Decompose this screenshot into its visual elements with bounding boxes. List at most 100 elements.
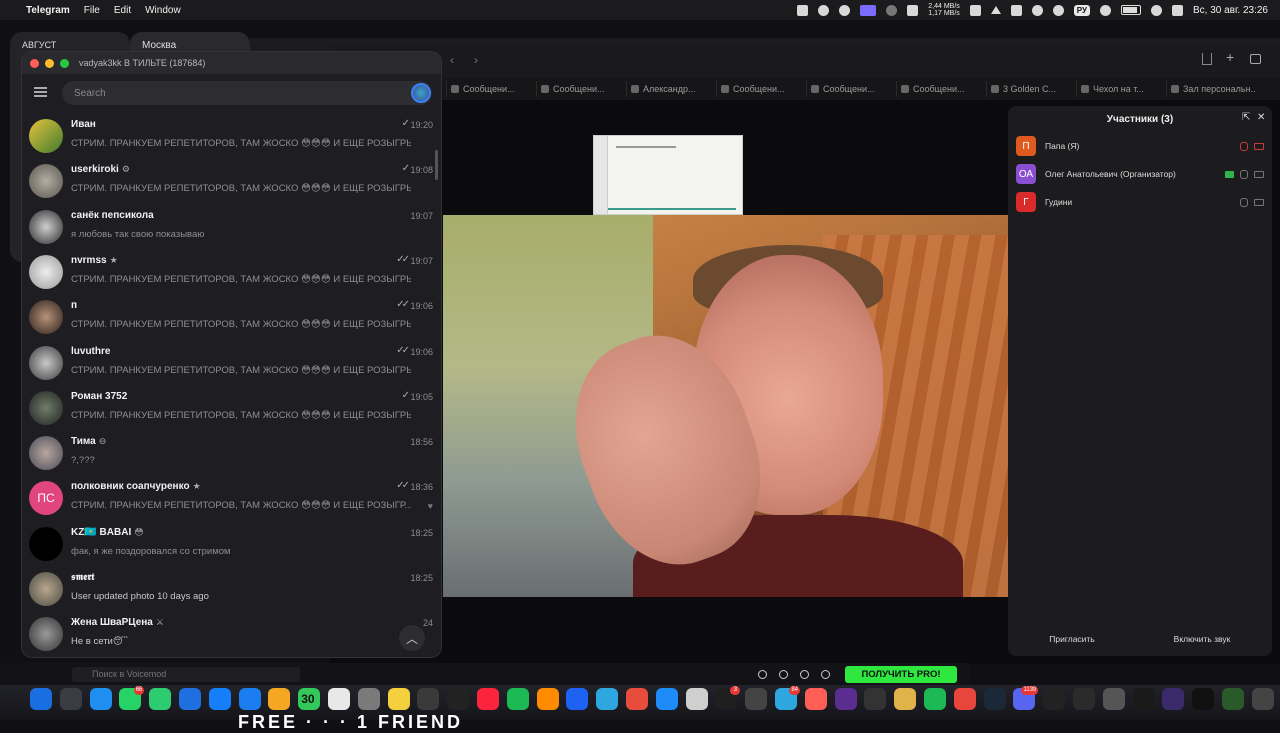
dock-app-icon[interactable]	[1132, 688, 1155, 710]
back-arrow-icon[interactable]: ‹	[450, 53, 454, 67]
dock-app-icon[interactable]	[357, 688, 380, 710]
dock-app-icon[interactable]	[1102, 688, 1125, 710]
chat-list-item[interactable]: Тима ⊖ 18:56?,???	[22, 431, 441, 476]
share-icon[interactable]	[1202, 53, 1212, 65]
keyboard-layout[interactable]: РУ	[1073, 4, 1090, 16]
menu-edit[interactable]: Edit	[114, 5, 131, 16]
close-icon[interactable]: ✕	[1257, 113, 1267, 123]
dock-app-icon[interactable]	[268, 688, 291, 710]
camera-icon[interactable]	[1254, 142, 1264, 150]
forward-arrow-icon[interactable]: ›	[474, 53, 478, 67]
wifi-icon[interactable]	[1099, 4, 1111, 16]
browser-tab[interactable]: Зал персональн...	[1166, 81, 1256, 97]
close-window-button[interactable]	[30, 58, 39, 68]
chat-list-item[interactable]: Жена ШваРЦена ⚔ 24 Не в сети😴	[22, 612, 441, 657]
dock-app-icon[interactable]	[596, 688, 619, 710]
browser-tab[interactable]: 3 Golden C...	[986, 81, 1076, 97]
voicemod-search-input[interactable]	[72, 667, 300, 682]
microphone-icon[interactable]	[1240, 141, 1248, 151]
equalizer-icon[interactable]	[969, 4, 981, 16]
chat-list-item[interactable]: Иван ✓ 19:20 СТРИМ. ПРАНКУЕМ РЕПЕТИТОРОВ, Т…	[22, 114, 441, 159]
chat-list-item[interactable]: luvuthre ✓✓ 19:06 СТРИМ. ПРАНКУЕМ РЕПЕТИТОР…	[22, 341, 441, 386]
dock-app-icon[interactable]	[1251, 688, 1274, 710]
browser-tab[interactable]: Сообщени...	[446, 81, 536, 97]
chat-list-item[interactable]: userkiroki ⚙ ✓ 19:08 СТРИМ. ПРАНКУЕМ РЕПЕТИТ…	[22, 159, 441, 204]
clock[interactable]: Вс, 30 авг. 23:26	[1193, 5, 1268, 16]
scroll-to-top-button[interactable]: ︿	[399, 625, 425, 651]
chat-list-item[interactable]: Роман 3752 ✓ 19:05 СТРИМ. ПРАНКУЕМ РЕПЕТИТО…	[22, 386, 441, 431]
chat-search-input[interactable]	[62, 81, 432, 105]
dock-app-icon[interactable]	[1222, 688, 1244, 710]
dock-app-icon[interactable]	[387, 688, 410, 710]
dock-app-icon[interactable]	[447, 688, 470, 710]
get-pro-button[interactable]: ПОЛУЧИТЬ PRO!	[845, 666, 957, 683]
chat-list-item[interactable]: KZ🇰🇿 BABAI 😳 18:25 фак, я же поздоровался с…	[22, 522, 441, 567]
shared-screen-thumbnail[interactable]	[593, 135, 743, 215]
dock-app-icon[interactable]: 1139	[1013, 686, 1039, 710]
browser-tab[interactable]: Сообщени...	[806, 81, 896, 97]
help-icon[interactable]	[821, 670, 830, 679]
battery-icon[interactable]	[1120, 5, 1141, 15]
dock-app-icon[interactable]	[59, 688, 82, 710]
dock-app-icon[interactable]	[30, 688, 52, 710]
moon-icon[interactable]	[1052, 4, 1064, 16]
dock-app-icon[interactable]	[238, 688, 261, 710]
dock-app-icon[interactable]	[477, 688, 499, 710]
chat-list-item[interactable]: санёк пепсикола 19:07 я любовь так свою по…	[22, 205, 441, 250]
browser-tab[interactable]: Сообщени...	[896, 81, 986, 97]
dock-app-icon[interactable]	[953, 688, 976, 710]
status-dot-icon[interactable]	[886, 4, 898, 16]
chat-list-item[interactable]: nvrmss ★ ✓✓ 19:07 СТРИМ. ПРАНКУЕМ РЕПЕТИТОРО…	[22, 250, 441, 295]
dock-app-icon[interactable]	[983, 688, 1006, 710]
popout-icon[interactable]: ⇱	[1242, 113, 1252, 123]
tab-overview-icon[interactable]	[1250, 54, 1261, 64]
dock-app-icon[interactable]	[924, 688, 946, 710]
chat-list-item[interactable]: ПС полковник соапчуренко ★ ✓✓ 18:36 СТРИМ. ПР…	[22, 476, 441, 521]
dock-app-icon[interactable]	[685, 688, 708, 710]
new-tab-icon[interactable]: +	[1226, 49, 1234, 65]
dock-app-icon[interactable]	[506, 688, 529, 710]
browser-tab[interactable]: Александр...	[626, 81, 716, 97]
dock-app-icon[interactable]	[894, 688, 917, 710]
screenshot-icon[interactable]	[797, 4, 809, 16]
search-icon[interactable]	[1150, 4, 1162, 16]
screen-record-icon[interactable]	[860, 4, 877, 16]
minimize-window-button[interactable]	[45, 58, 54, 68]
story-avatar[interactable]	[411, 83, 431, 103]
bell-icon[interactable]	[758, 670, 767, 679]
dock-app-icon[interactable]	[804, 688, 827, 710]
menu-window[interactable]: Window	[145, 5, 181, 16]
record-icon[interactable]	[1031, 4, 1043, 16]
dock-app-icon[interactable]	[149, 688, 172, 710]
chat-list-item[interactable]: п ✓✓ 19:06 СТРИМ. ПРАНКУЕМ РЕПЕТИТОРОВ, ТАМ…	[22, 295, 441, 340]
dock-app-icon[interactable]	[626, 688, 648, 710]
warning-icon[interactable]	[990, 6, 1001, 14]
sparkle-icon[interactable]	[818, 4, 830, 16]
dock-app-icon[interactable]	[1162, 688, 1185, 710]
dock-app-icon[interactable]	[655, 688, 678, 710]
chat-list-item[interactable]: 𝖘𝖒𝖊𝖗𝖙 18:25 User updated photo 10 days ago	[22, 567, 441, 612]
dock-app-icon[interactable]	[208, 688, 231, 710]
menu-app-name[interactable]: Telegram	[26, 5, 70, 16]
browser-tab[interactable]: Сообщени...	[716, 81, 806, 97]
participant-row[interactable]: Г Гудини	[1016, 192, 1264, 212]
dock-app-icon[interactable]: 84	[775, 686, 800, 710]
menu-file[interactable]: File	[84, 5, 100, 16]
discord-icon[interactable]	[779, 670, 788, 679]
browser-tab[interactable]: Сообщени...	[536, 81, 626, 97]
dock-app-icon[interactable]	[864, 688, 887, 710]
chat-list-scrollbar[interactable]	[435, 150, 438, 180]
participant-row[interactable]: ОА Олег Анатольевич (Организатор)	[1016, 164, 1264, 184]
control-center-icon[interactable]	[1171, 4, 1183, 16]
microphone-icon[interactable]	[1240, 197, 1248, 207]
hamburger-menu-icon[interactable]	[34, 87, 47, 97]
dock-app-icon[interactable]	[1073, 688, 1095, 710]
microphone-icon[interactable]	[1240, 169, 1248, 179]
unmute-all-button[interactable]: Включить звук	[1142, 630, 1262, 648]
dock-app-icon[interactable]	[89, 688, 112, 710]
dock-app-icon[interactable]	[745, 688, 768, 710]
dock-app-icon[interactable]	[179, 688, 201, 710]
dock-app-icon[interactable]	[1192, 688, 1215, 710]
participant-video[interactable]	[443, 215, 1008, 597]
zoom-window-button[interactable]	[60, 58, 69, 68]
